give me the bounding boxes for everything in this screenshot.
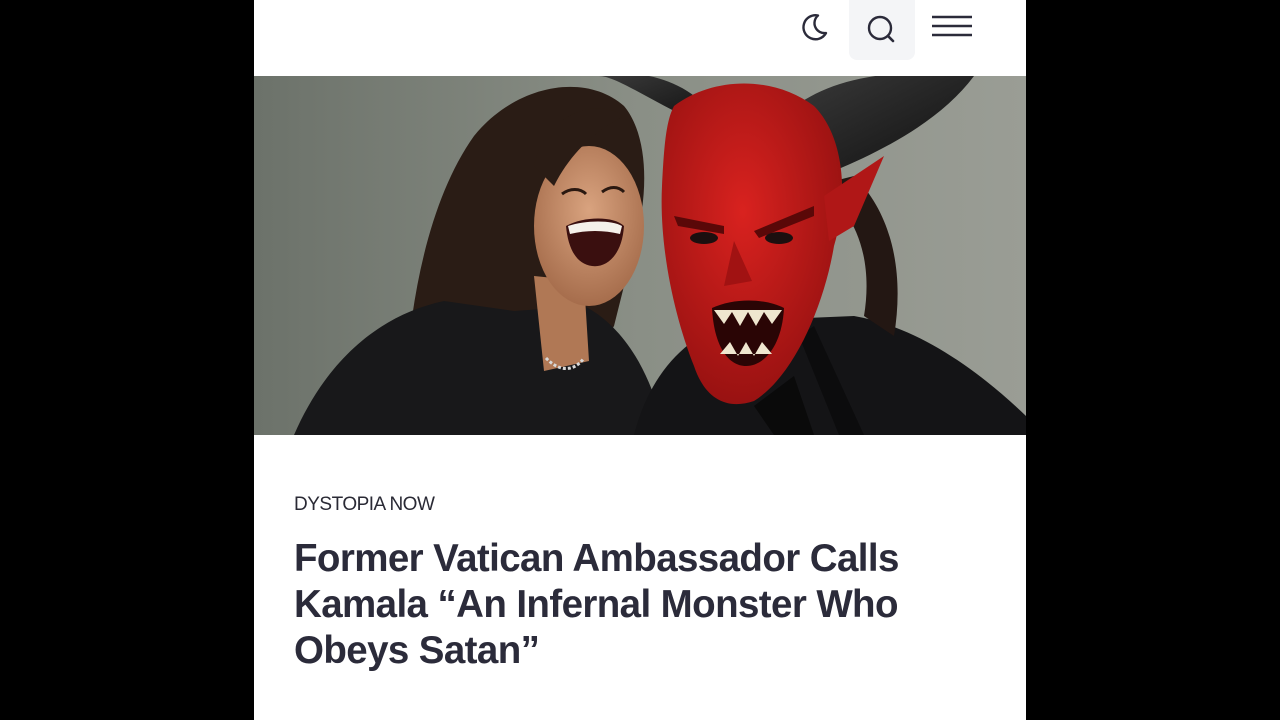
article-category[interactable]: DYSTOPIA NOW — [294, 494, 435, 516]
article-headline[interactable]: Former Vatican Ambassador Calls Kamala “… — [294, 536, 994, 674]
moon-icon — [802, 14, 828, 41]
hamburger-menu-icon — [932, 15, 972, 37]
theme-toggle-button[interactable] — [789, 0, 839, 54]
hero-image[interactable] — [254, 76, 1026, 435]
video-frame: DYSTOPIA NOW Former Vatican Ambassador C… — [0, 0, 1280, 720]
search-icon — [867, 15, 895, 43]
menu-button[interactable] — [926, 0, 978, 54]
search-button[interactable] — [849, 0, 915, 60]
site-header — [254, 0, 1026, 76]
article-page: DYSTOPIA NOW Former Vatican Ambassador C… — [254, 0, 1026, 720]
